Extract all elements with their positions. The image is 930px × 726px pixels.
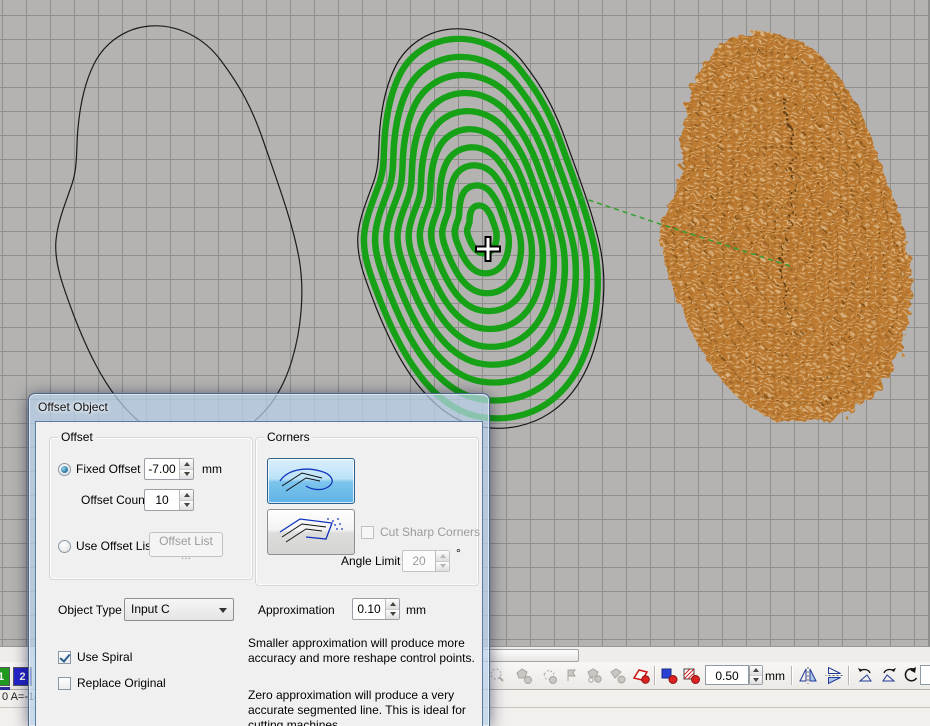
replace-original-checkbox[interactable] [58,677,71,690]
blue-square-red-circle-icon[interactable] [660,666,679,685]
toolbar-separator [848,666,850,685]
spinner-down-button[interactable] [750,676,762,685]
fixed-offset-input[interactable]: -7.00 [145,459,179,479]
offset-count-down-button[interactable] [180,501,193,511]
toolbar-unit-label: mm [765,669,785,683]
color-swatch-1[interactable]: 1 [0,667,10,686]
fixed-offset-radio[interactable] [58,463,71,476]
disabled-shape-tool-icon-2 [514,666,533,685]
angle-limit-spinbox: 20 [402,550,450,572]
toolbar-partial-input[interactable] [920,665,930,685]
approximation-up-button[interactable] [386,599,399,610]
swatch-1-label: 1 [0,671,4,683]
use-spiral-label: Use Spiral [77,650,132,665]
disabled-shape-tool-icon-5 [585,666,604,685]
swatch-2-label: 2 [19,671,25,683]
offset-group-label: Offset [58,430,96,444]
rotate-ccw-icon[interactable] [854,666,876,685]
corners-group-label: Corners [264,430,313,444]
fixed-offset-down-button[interactable] [180,470,193,480]
rotate-circular-icon[interactable] [901,666,921,685]
offset-count-up-button[interactable] [180,490,193,501]
approximation-help-text-1: Smaller approximation will produce more … [248,636,476,666]
disabled-shape-tool-icon-6 [608,666,627,685]
angle-limit-label: Angle Limit [341,554,400,569]
dialog-title: Offset Object [38,400,108,414]
dialog-client-area: Offset Fixed Offset -7.00 mm Offset Coun… [35,421,483,726]
hatched-square-red-circle-icon[interactable] [682,666,701,685]
mirror-horizontal-icon[interactable] [797,666,819,685]
replace-original-label: Replace Original [77,676,166,691]
toolbar-separator [654,666,656,685]
approximation-help-text-2: Zero approximation will produce a very a… [248,688,476,726]
approximation-unit-label: mm [406,603,426,618]
green-spiral-object[interactable] [358,29,604,428]
offset-count-spinbox: 10 [144,489,194,511]
approximation-label: Approximation [258,603,335,618]
toolbar-separator [791,666,793,685]
brown-stitch-object[interactable] [661,32,912,423]
fixed-offset-label: Fixed Offset [76,462,140,477]
angle-limit-down-button [436,562,449,572]
dialog-title-bar[interactable]: Offset Object [29,394,489,421]
spinner-up-button[interactable] [750,666,762,676]
offset-count-label: Offset Count [81,493,148,508]
use-offset-list-label: Use Offset List [76,539,154,554]
approximation-down-button[interactable] [386,610,399,620]
disabled-shape-tool-icon-4 [563,666,582,685]
use-offset-list-radio[interactable] [58,540,71,553]
angle-limit-unit-label: ° [456,546,461,561]
offset-object-dialog: Offset Object Offset Fixed Offset -7.00 … [28,393,490,726]
round-corners-icon [276,464,346,498]
outline-blob-object[interactable] [56,26,302,442]
sharp-corners-button[interactable] [267,509,355,555]
object-type-combobox[interactable]: Input C [124,598,234,621]
angle-limit-up-button [436,551,449,562]
object-type-value: Input C [131,602,170,616]
rotate-cw-icon[interactable] [878,666,900,685]
object-type-label: Object Type [58,603,122,618]
offset-count-input[interactable]: 10 [145,490,179,510]
offset-list-button: Offset List ... [149,532,223,557]
approximation-input[interactable]: 0.10 [353,599,385,619]
toolbar-value-input[interactable]: 0.50 [705,665,749,685]
red-outline-shape-circle-icon[interactable] [632,666,651,685]
chevron-down-icon [219,608,227,613]
use-spiral-checkbox[interactable] [58,651,71,664]
round-corners-button[interactable] [267,458,355,504]
fixed-offset-unit-label: mm [202,462,222,477]
cut-sharp-corners-label: Cut Sharp Corners [380,525,480,540]
disabled-shape-tool-icon-3 [540,666,559,685]
fixed-offset-spinbox: -7.00 [144,458,194,480]
application-window: 0.50 mm 1 2 0 A=-14 [0,0,930,726]
disabled-shape-tool-icon-1 [488,666,507,685]
mirror-vertical-icon[interactable] [823,666,845,685]
toolbar-value-spinner[interactable] [749,665,763,685]
sharp-corners-icon [276,515,346,549]
selected-swatch-underline [0,687,10,690]
angle-limit-input: 20 [403,551,435,571]
scrollbar-thumb[interactable] [482,649,579,662]
approximation-spinbox: 0.10 [352,598,400,620]
cut-sharp-corners-checkbox [361,526,374,539]
fixed-offset-up-button[interactable] [180,459,193,470]
